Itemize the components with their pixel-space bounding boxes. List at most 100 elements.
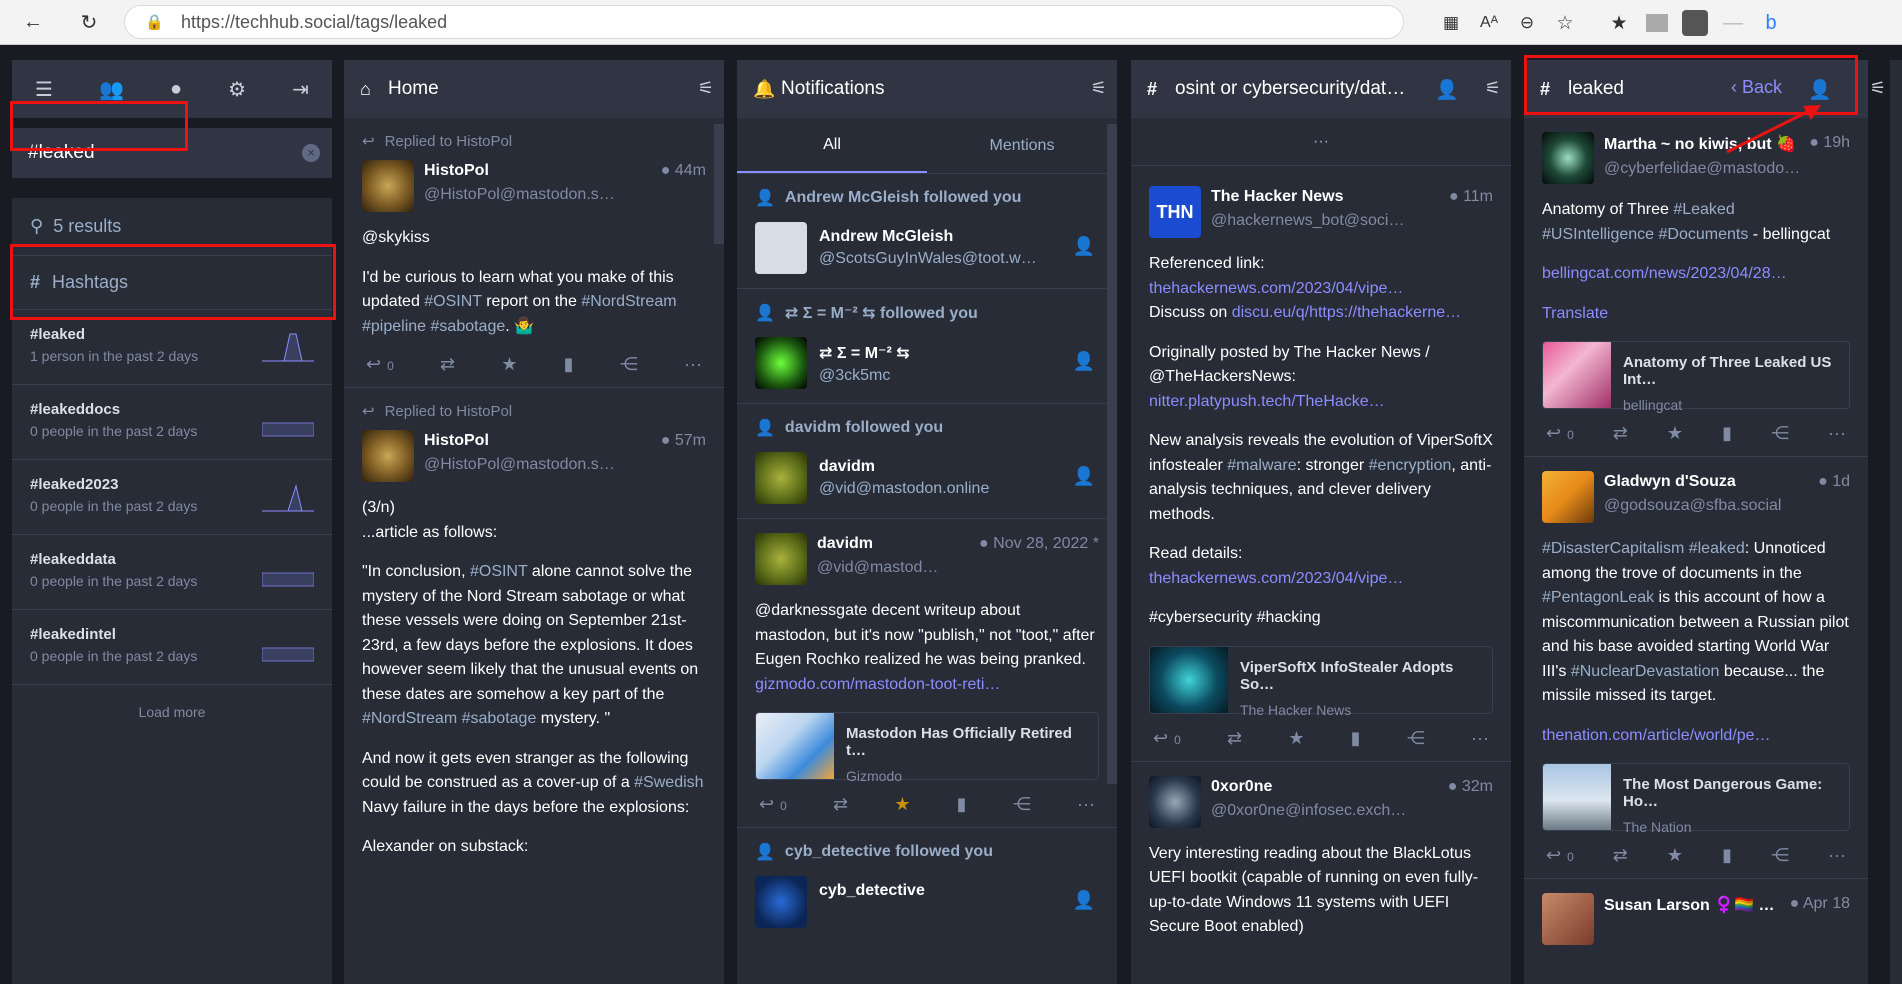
unfollow-button-icon[interactable]: 👤 bbox=[1073, 466, 1095, 487]
avatar[interactable] bbox=[1149, 775, 1201, 828]
status-post[interactable]: Gladwyn d'Souza @godsouza@sfba.social ● 1… bbox=[1524, 457, 1868, 879]
status-author[interactable]: 0xor0ne @0xor0ne@infosec.exch… ● 32m bbox=[1149, 775, 1493, 828]
clear-search-icon[interactable]: × bbox=[302, 144, 320, 162]
timestamp[interactable]: ● 32m bbox=[1448, 778, 1493, 796]
timestamp[interactable]: ● 57m bbox=[661, 432, 706, 450]
follow-button-icon[interactable]: 👤 bbox=[1073, 890, 1095, 911]
reply-button[interactable]: ↩ 0 bbox=[1153, 728, 1181, 749]
account-row[interactable]: Andrew McGleish @ScotsGuyInWales@toot.w… … bbox=[755, 222, 1099, 274]
load-gap-button[interactable]: ··· bbox=[1131, 118, 1511, 166]
status-post[interactable]: Martha ~ no kiwis, but 🍓 @cyberfelidae@ma… bbox=[1524, 118, 1868, 457]
logout-icon[interactable]: ⇥ bbox=[292, 77, 309, 102]
hashtag-item[interactable]: #leakeddata 0 people in the past 2 days bbox=[12, 535, 332, 610]
unpin-column-icon[interactable]: 👤 bbox=[1435, 78, 1459, 102]
hashtag-item[interactable]: #leakeddocs 0 people in the past 2 days bbox=[12, 385, 332, 460]
status-post[interactable]: davidm @vid@mastod… ● Nov 28, 2022 * @dar… bbox=[737, 519, 1117, 828]
hashtag-link[interactable]: #leaked bbox=[1689, 540, 1745, 557]
account-row[interactable]: cyb_detective 👤 bbox=[755, 876, 1099, 928]
status-link[interactable]: discu.eu/q/https://thehackerne… bbox=[1232, 304, 1461, 321]
status-post[interactable]: ↩ Replied to HistoPol HistoPol @HistoPol@m… bbox=[344, 118, 724, 388]
star-icon[interactable]: ★ bbox=[501, 354, 517, 375]
gear-icon[interactable]: ⚙ bbox=[228, 77, 246, 102]
zoom-icon[interactable]: ⊖ bbox=[1510, 6, 1544, 40]
avatar[interactable] bbox=[755, 876, 807, 928]
follow-button-icon[interactable]: 👤 bbox=[1073, 236, 1095, 257]
favorite-add-icon[interactable]: ☆ bbox=[1548, 6, 1582, 40]
address-bar[interactable]: 🔒 https://techhub.social/tags/leaked bbox=[124, 5, 1404, 39]
boost-icon[interactable]: ⇄ bbox=[440, 354, 455, 375]
avatar[interactable] bbox=[362, 430, 414, 482]
more-icon[interactable]: ··· bbox=[1471, 728, 1489, 749]
hashtag-link[interactable]: #OSINT bbox=[424, 293, 482, 310]
hashtag-item[interactable]: #leakedintel 0 people in the past 2 days bbox=[12, 610, 332, 685]
more-icon[interactable]: ··· bbox=[1828, 845, 1846, 866]
status-link[interactable]: thehackernews.com/2023/04/vipe… bbox=[1149, 280, 1403, 297]
column-settings-icon[interactable]: ⚟ bbox=[1485, 78, 1501, 99]
follow-notification[interactable]: 👤 cyb_detective followed you cyb_detectiv… bbox=[737, 828, 1117, 942]
column-settings-icon[interactable]: ⚟ bbox=[1091, 78, 1107, 99]
menu-bars-icon[interactable]: ☰ bbox=[35, 77, 53, 102]
reply-button[interactable]: ↩ 0 bbox=[1546, 845, 1574, 866]
status-post[interactable]: 0xor0ne @0xor0ne@infosec.exch… ● 32m Very… bbox=[1131, 762, 1511, 967]
avatar[interactable]: THN bbox=[1149, 186, 1201, 238]
follow-notification[interactable]: 👤 ⇄ Σ = M⁻² ⇆ followed you ⇄ Σ = M⁻² ⇆ @3c… bbox=[737, 289, 1117, 404]
column-settings-icon[interactable]: ⚟ bbox=[1870, 78, 1886, 99]
star-icon[interactable]: ★ bbox=[1667, 423, 1683, 444]
more-icon[interactable]: ··· bbox=[1077, 794, 1095, 815]
search-input[interactable]: #leaked × bbox=[12, 128, 332, 178]
timestamp[interactable]: ● 1d bbox=[1818, 473, 1850, 491]
notifications-column-header[interactable]: 🔔 Notifications ⚟ bbox=[737, 60, 1117, 118]
account-row[interactable]: davidm @vid@mastodon.online 👤 bbox=[755, 452, 1099, 504]
menu-icon[interactable]: — bbox=[1716, 6, 1750, 40]
avatar[interactable] bbox=[1542, 893, 1594, 945]
globe-icon[interactable]: ● bbox=[170, 78, 182, 101]
hashtag-link[interactable]: #Documents bbox=[1659, 226, 1749, 243]
preview-card[interactable]: The Most Dangerous Game: Ho… The Nation bbox=[1542, 763, 1850, 835]
status-author[interactable]: davidm @vid@mastod… ● Nov 28, 2022 * bbox=[755, 533, 1099, 585]
copilot-icon[interactable]: b bbox=[1754, 6, 1788, 40]
hashtag-item[interactable]: #leaked2023 0 people in the past 2 days bbox=[12, 460, 332, 535]
column-settings-icon[interactable]: ⚟ bbox=[698, 78, 714, 99]
status-link[interactable]: gizmodo.com/mastodon-toot-reti… bbox=[755, 676, 1000, 693]
share-icon[interactable]: ⋲ bbox=[1771, 845, 1789, 866]
preview-card[interactable]: Mastodon Has Officially Retired t… Gizmod… bbox=[755, 712, 1099, 784]
status-post[interactable]: ↩ Replied to HistoPol HistoPol @HistoPol@m… bbox=[344, 388, 724, 887]
reply-button[interactable]: ↩ 0 bbox=[366, 354, 394, 375]
back-button[interactable]: ‹ Back bbox=[1731, 77, 1782, 98]
hashtag-link[interactable]: #USIntelligence bbox=[1542, 226, 1654, 243]
reply-button[interactable]: ↩ 0 bbox=[1546, 423, 1574, 444]
status-link[interactable]: nitter.platypush.tech/TheHacke… bbox=[1149, 393, 1385, 410]
hashtag-link[interactable]: #malware bbox=[1227, 457, 1296, 474]
timestamp[interactable]: ● 44m bbox=[661, 162, 706, 180]
profile-avatar-icon[interactable] bbox=[1678, 6, 1712, 40]
avatar[interactable] bbox=[755, 222, 807, 274]
hashtag-link[interactable]: #PentagonLeak bbox=[1542, 589, 1654, 606]
apps-icon[interactable]: ▦ bbox=[1434, 6, 1468, 40]
hashtag-link[interactable]: #pipeline bbox=[362, 318, 426, 335]
status-link[interactable]: bellingcat.com/news/2023/04/28… bbox=[1542, 265, 1787, 282]
timestamp[interactable]: ● Apr 18 bbox=[1790, 895, 1850, 913]
share-icon[interactable]: ⋲ bbox=[1013, 794, 1031, 815]
hashtag-link[interactable]: #OSINT bbox=[470, 563, 528, 580]
avatar[interactable] bbox=[755, 337, 807, 389]
status-link[interactable]: thehackernews.com/2023/04/vipe… bbox=[1149, 570, 1403, 587]
hashtag-link[interactable]: #DisasterCapitalism bbox=[1542, 540, 1684, 557]
avatar[interactable] bbox=[755, 452, 807, 504]
osint-column-header[interactable]: # osint or cybersecurity/dat… 👤 ⚟ bbox=[1131, 60, 1511, 118]
boost-icon[interactable]: ⇄ bbox=[1227, 728, 1242, 749]
timestamp[interactable]: ● 11m bbox=[1449, 188, 1493, 206]
scrollbar[interactable] bbox=[1107, 124, 1117, 784]
status-post[interactable]: Susan Larson ♀️🏳️‍🌈 … ● Apr 18 bbox=[1524, 879, 1868, 971]
tab-all[interactable]: All bbox=[737, 118, 927, 173]
bookmark-icon[interactable]: ▮ bbox=[1722, 845, 1732, 866]
timestamp[interactable]: ● Nov 28, 2022 * bbox=[979, 535, 1099, 553]
status-author[interactable]: Gladwyn d'Souza @godsouza@sfba.social ● 1… bbox=[1542, 471, 1850, 523]
hashtag-link[interactable]: #Leaked bbox=[1673, 201, 1734, 218]
preview-card[interactable]: Anatomy of Three Leaked US Int… bellingca… bbox=[1542, 341, 1850, 413]
back-arrow-icon[interactable]: ← bbox=[16, 5, 50, 39]
more-icon[interactable]: ··· bbox=[1828, 423, 1846, 444]
account-row[interactable]: ⇄ Σ = M⁻² ⇆ @3ck5mc 👤 bbox=[755, 337, 1099, 389]
hashtag-link[interactable]: #sabotage bbox=[431, 318, 506, 335]
share-icon[interactable]: ⋲ bbox=[1771, 423, 1789, 444]
follow-button-icon[interactable]: 👤 bbox=[1073, 351, 1095, 372]
